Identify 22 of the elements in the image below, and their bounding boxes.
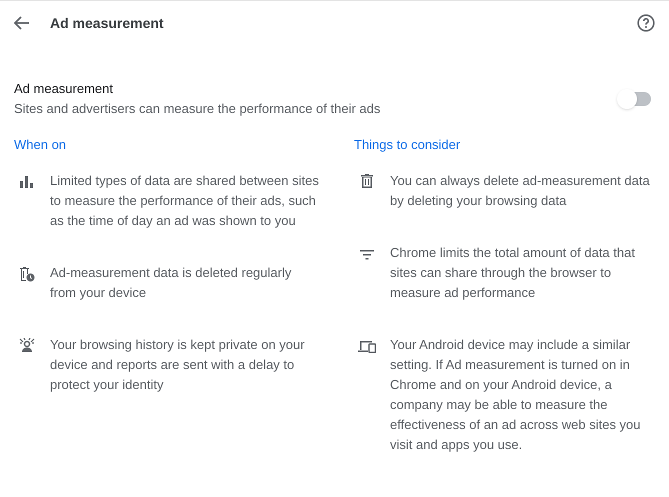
info-text: You can always delete ad-measurement data by deleting your browsing data [390,172,651,210]
section-heading: When on [14,136,68,154]
page-title: Ad measurement [50,14,164,32]
info-text: Your Android device may include a similar setting. If Ad measurement is turned on in Chrome and on your Android device, a company may be able to measure the effectiveness of an ad across web sites you visit and apps you use. [390,336,642,454]
toggle-switch[interactable] [619,92,651,106]
setting-description: Sites and advertisers can measure the performance of their ads [14,100,380,118]
section-heading: Things to consider [354,136,462,154]
info-text: Limited types of data are shared between sites to measure the performance of their ads, such as the time of day an ad was shown to you [50,172,320,230]
back-arrow-icon [14,16,30,30]
setting-title: Ad measurement [14,80,114,98]
trash-clock-icon [19,266,35,282]
info-text: Ad-measurement data is deleted regularly from your device [50,264,292,302]
help-icon [637,14,655,32]
info-text: Your browsing history is kept private on your device and reports are sent with a delay to protect your identity [50,336,306,394]
help-button[interactable] [637,14,655,32]
devices-icon [358,340,376,353]
bar-chart-icon [20,176,34,188]
trash-icon [361,174,373,188]
info-text: Chrome limits the total amount of data that sites can share through the browser to measure ad performance [390,244,636,302]
person-icon [19,338,35,353]
back-button[interactable] [13,14,31,32]
filter-icon [360,250,374,260]
